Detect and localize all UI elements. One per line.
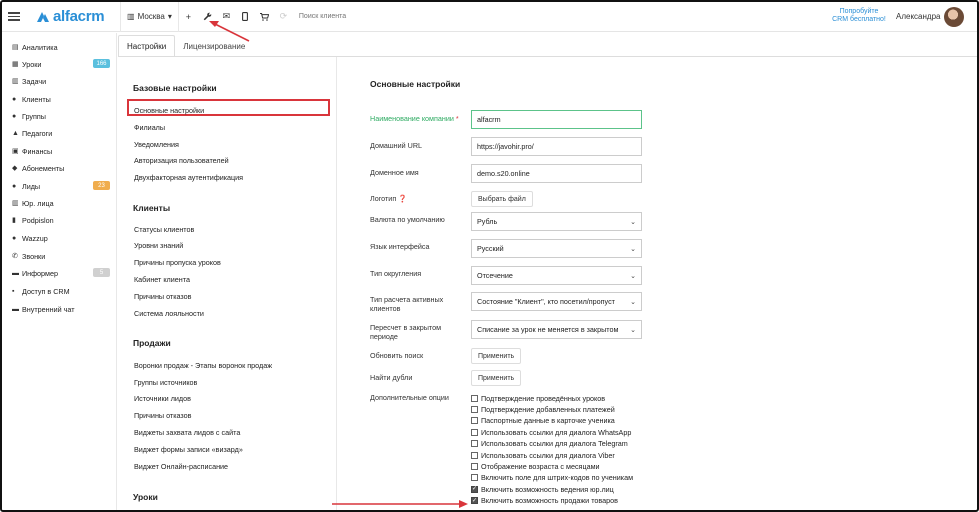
app-window: alfacrm ▥ Москва ▾ + ✉ ⟳ Попробуйте CRM …	[0, 0, 979, 512]
arrow-to-goods-option	[332, 500, 468, 508]
arrow-to-wrench	[209, 21, 250, 42]
annotation-overlay	[209, 21, 468, 508]
